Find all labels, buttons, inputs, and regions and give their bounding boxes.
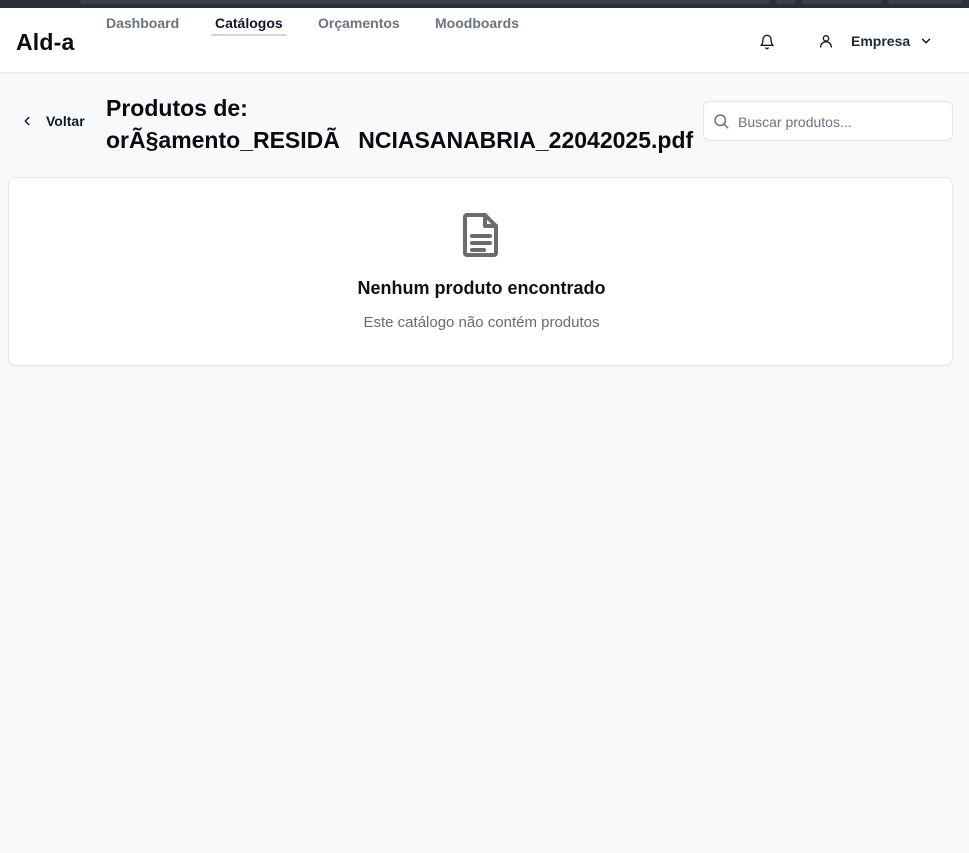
back-button[interactable]: Voltar <box>18 109 85 133</box>
page-title: Produtos de: orÃ§amento_RESIDÃNCIASANAB… <box>106 92 706 156</box>
nav-item-dashboard[interactable]: Dashboard <box>106 15 179 31</box>
brand-logo[interactable]: Ald-a <box>16 29 75 56</box>
search-input[interactable] <box>736 102 950 142</box>
browser-button-edge <box>888 0 963 4</box>
product-search <box>703 101 953 142</box>
browser-address-bar-edge <box>80 0 770 4</box>
browser-chrome-strip <box>0 0 969 8</box>
empty-state-subtitle: Este catálogo não contém produtos <box>363 314 600 331</box>
nav-item-catalogos[interactable]: Catálogos <box>211 15 287 36</box>
back-button-label: Voltar <box>46 113 85 129</box>
page-title-filename: orÃ§amento_RESIDÃNCIASANABRIA_22042025.… <box>106 127 694 153</box>
empty-state-card: Nenhum produto encontrado Este catálogo … <box>8 177 953 366</box>
bell-icon <box>760 34 774 50</box>
document-icon <box>463 213 498 257</box>
nav-item-orcamentos[interactable]: Orçamentos <box>318 15 400 31</box>
chevron-left-icon <box>18 112 36 130</box>
browser-button-edge <box>802 0 882 4</box>
browser-button-edge <box>776 0 796 4</box>
page-title-line-1: Produtos de: <box>106 95 248 121</box>
nav-item-moodboards[interactable]: Moodboards <box>435 15 519 31</box>
chevron-down-icon <box>918 33 934 49</box>
empty-state-title: Nenhum produto encontrado <box>357 278 606 298</box>
user-icon <box>816 31 836 51</box>
notifications-button[interactable] <box>757 32 777 52</box>
user-menu-button[interactable]: Empresa <box>816 29 934 53</box>
search-icon <box>714 114 729 129</box>
top-navigation-bar: Ald-a Dashboard Catálogos Orçamentos Moo… <box>0 8 969 73</box>
user-menu-label: Empresa <box>851 33 911 49</box>
